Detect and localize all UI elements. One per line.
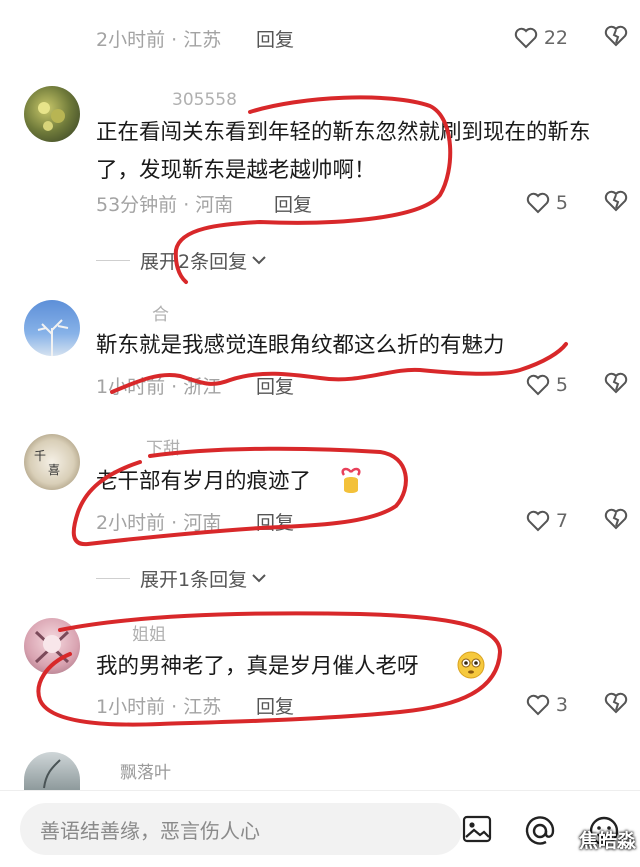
svg-text:喜: 喜 (48, 463, 60, 477)
comment-content: 正在看闯关东看到年轻的靳东忽然就刷到现在的靳东了，发现靳东是越老越帅啊！ (96, 120, 591, 183)
like-count: 22 (543, 27, 568, 49)
like-count: 3 (555, 694, 568, 716)
avatar[interactable]: 千喜 (24, 434, 80, 490)
comment-time: 1小时前 · 江苏 (96, 695, 222, 718)
comment-content: 靳东就是我感觉连眼角纹都这么折的有魅力 (96, 333, 505, 358)
avatar[interactable] (24, 86, 80, 142)
svg-text:千: 千 (34, 449, 46, 463)
bow-emoji-icon (341, 467, 361, 493)
dislike-button[interactable] (604, 190, 628, 217)
divider (96, 577, 130, 579)
at-icon[interactable] (524, 815, 556, 847)
comment-input-bar: 善语结善缘，恶言伤人心 (0, 790, 640, 867)
comment-content: 我的男神老了，真是岁月催人老呀 (96, 654, 419, 679)
reply-button[interactable]: 回复 (256, 372, 294, 399)
avatar[interactable] (24, 300, 80, 356)
heart-icon (526, 192, 550, 214)
comment-meta-row: 53分钟前 · 河南 回复 5 (96, 189, 640, 217)
heart-icon (514, 27, 538, 49)
comment-meta-row: 1小时前 · 浙江 回复 5 (96, 371, 640, 399)
comment-time: 53分钟前 · 河南 (96, 193, 234, 216)
comment-username: 305558 (172, 90, 237, 110)
broken-heart-icon (604, 692, 628, 713)
dislike-button[interactable] (604, 508, 628, 535)
reply-button[interactable]: 回复 (256, 25, 294, 52)
like-button[interactable]: 7 (526, 510, 568, 532)
dislike-button[interactable] (604, 692, 628, 719)
reply-button[interactable]: 回复 (256, 692, 294, 719)
flushed-face-emoji-icon (457, 651, 485, 679)
comment-time: 2小时前 · 江苏 (96, 28, 222, 51)
comment-input[interactable]: 善语结善缘，恶言伤人心 (20, 803, 462, 855)
like-button[interactable]: 3 (526, 694, 568, 716)
divider (96, 259, 130, 261)
comment-time: 2小时前 · 河南 (96, 511, 222, 534)
comment-time: 1小时前 · 浙江 (96, 375, 222, 398)
comment-username: 下甜 (146, 439, 180, 459)
comment-meta-row: 1小时前 · 江苏 回复 3 (96, 691, 640, 719)
expand-replies-button[interactable]: 展开2条回复 (96, 245, 267, 275)
dislike-button[interactable] (604, 25, 628, 52)
broken-heart-icon (604, 25, 628, 46)
watermark: 焦皓淼 (578, 830, 636, 852)
chevron-down-icon (252, 574, 266, 583)
expand-replies-label: 展开2条回复 (140, 250, 248, 273)
expand-replies-button[interactable]: 展开1条回复 (96, 563, 267, 593)
like-button[interactable]: 5 (526, 374, 568, 396)
comment-username: 姐姐 (132, 625, 166, 645)
avatar[interactable] (24, 752, 80, 790)
broken-heart-icon (604, 190, 628, 211)
heart-icon (526, 374, 550, 396)
reply-button[interactable]: 回复 (274, 190, 312, 217)
like-button[interactable]: 22 (514, 27, 568, 49)
avatar[interactable] (24, 618, 80, 674)
image-icon[interactable] (462, 815, 492, 843)
comment-meta-row: 2小时前 · 河南 回复 7 (96, 507, 640, 535)
like-count: 7 (555, 510, 568, 532)
broken-heart-icon (604, 372, 628, 393)
like-count: 5 (555, 374, 568, 396)
heart-icon (526, 694, 550, 716)
broken-heart-icon (604, 508, 628, 529)
dislike-button[interactable] (604, 372, 628, 399)
comment-username: 飘落叶 (120, 763, 171, 783)
like-button[interactable]: 5 (526, 192, 568, 214)
reply-button[interactable]: 回复 (256, 508, 294, 535)
comment-username: 合 (152, 305, 169, 325)
chevron-down-icon (252, 256, 266, 265)
comment-meta-row: 2小时前 · 江苏 回复 22 (96, 24, 640, 52)
expand-replies-label: 展开1条回复 (140, 568, 248, 591)
like-count: 5 (555, 192, 568, 214)
heart-icon (526, 510, 550, 532)
